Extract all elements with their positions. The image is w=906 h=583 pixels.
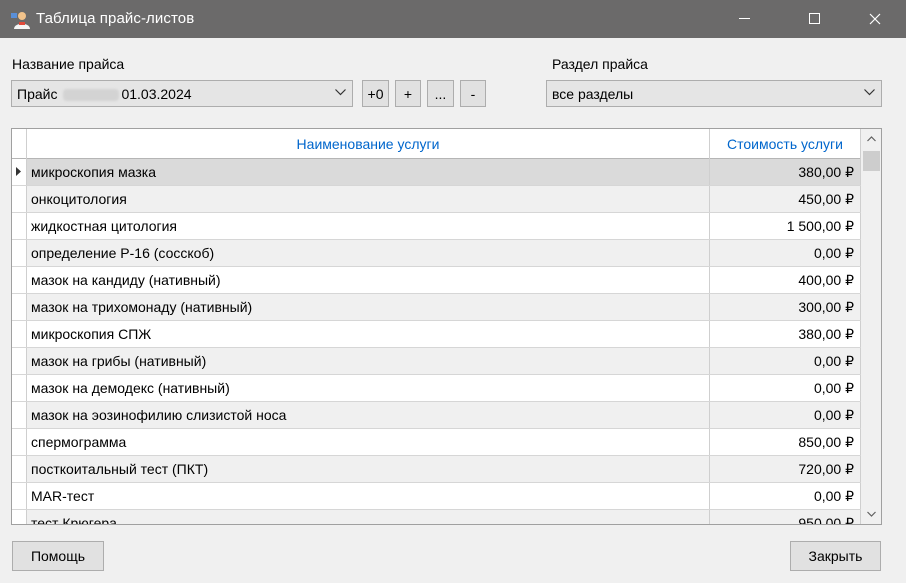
table-row[interactable]: мазок на кандиду (нативный) 400,00 ₽	[12, 267, 861, 294]
service-name-cell[interactable]: мазок на демодекс (нативный)	[27, 375, 710, 401]
table-row[interactable]: мазок на грибы (нативный) 0,00 ₽	[12, 348, 861, 375]
service-name-cell[interactable]: микроскопия мазка	[27, 159, 710, 185]
row-header[interactable]	[12, 267, 27, 293]
minimize-button[interactable]	[722, 0, 768, 38]
table-row[interactable]: онкоцитология 450,00 ₽	[12, 186, 861, 213]
remove-button[interactable]: -	[460, 80, 486, 107]
service-cost-cell[interactable]: 950,00 ₽	[710, 510, 861, 524]
service-cost-cell[interactable]: 0,00 ₽	[710, 240, 861, 266]
service-name-cell[interactable]: микроскопия СПЖ	[27, 321, 710, 347]
add-button[interactable]: +	[395, 80, 421, 107]
service-cost-cell[interactable]: 1 500,00 ₽	[710, 213, 861, 239]
scroll-down-button[interactable]	[861, 504, 881, 524]
add-zero-button[interactable]: +0	[362, 80, 389, 107]
row-header[interactable]	[12, 510, 27, 524]
service-name-cell[interactable]: тест Крюгера	[27, 510, 710, 524]
service-name-cell[interactable]: жидкостная цитология	[27, 213, 710, 239]
row-header[interactable]	[12, 348, 27, 374]
row-header[interactable]	[12, 429, 27, 455]
service-cost-cell[interactable]: 720,00 ₽	[710, 456, 861, 482]
chevron-down-icon	[866, 511, 876, 517]
close-dialog-button[interactable]: Закрыть	[790, 541, 881, 571]
service-name-cell[interactable]: мазок на трихомонаду (нативный)	[27, 294, 710, 320]
price-prefix: Прайс	[17, 86, 58, 102]
column-header-name[interactable]: Наименование услуги	[27, 129, 710, 159]
row-header[interactable]	[12, 186, 27, 212]
header-corner	[12, 129, 27, 159]
title-bar: Таблица прайс-листов	[0, 0, 906, 38]
service-cost-cell[interactable]: 0,00 ₽	[710, 402, 861, 428]
price-name-label: Название прайса	[12, 56, 125, 72]
chevron-down-icon	[864, 89, 875, 96]
row-header[interactable]	[12, 402, 27, 428]
service-name-cell[interactable]: онкоцитология	[27, 186, 710, 212]
service-cost-cell[interactable]: 380,00 ₽	[710, 159, 861, 185]
table-row[interactable]: жидкостная цитология 1 500,00 ₽	[12, 213, 861, 240]
scroll-up-button[interactable]	[861, 129, 881, 149]
price-select[interactable]: Прайс 01.03.2024	[11, 80, 353, 107]
scroll-thumb[interactable]	[863, 151, 880, 171]
price-table: Наименование услуги Стоимость услуги мик…	[11, 128, 882, 525]
table-row[interactable]: мазок на трихомонаду (нативный) 300,00 ₽	[12, 294, 861, 321]
user-app-icon	[11, 12, 30, 29]
table-row[interactable]: MAR-тест 0,00 ₽	[12, 483, 861, 510]
table-body: микроскопия мазка 380,00 ₽ онкоцитология 45…	[12, 159, 861, 524]
section-label: Раздел прайса	[552, 56, 648, 72]
maximize-button[interactable]	[792, 0, 838, 38]
service-cost-cell[interactable]: 850,00 ₽	[710, 429, 861, 455]
price-date: 01.03.2024	[121, 86, 192, 102]
service-name-cell[interactable]: мазок на грибы (нативный)	[27, 348, 710, 374]
service-cost-cell[interactable]: 0,00 ₽	[710, 348, 861, 374]
window-title: Таблица прайс-листов	[36, 10, 195, 27]
table-row[interactable]: микроскопия мазка 380,00 ₽	[12, 159, 861, 186]
service-name-cell[interactable]: MAR-тест	[27, 483, 710, 509]
row-header[interactable]	[12, 375, 27, 401]
table-header: Наименование услуги Стоимость услуги	[12, 129, 861, 159]
chevron-up-icon	[866, 136, 876, 142]
table-row[interactable]: посткоитальный тест (ПКТ) 720,00 ₽	[12, 456, 861, 483]
service-cost-cell[interactable]: 400,00 ₽	[710, 267, 861, 293]
price-select-value: Прайс 01.03.2024	[17, 86, 192, 102]
section-select-value: все разделы	[552, 86, 634, 102]
minimize-icon	[739, 18, 750, 19]
row-header[interactable]	[12, 321, 27, 347]
service-cost-cell[interactable]: 0,00 ₽	[710, 375, 861, 401]
service-name-cell[interactable]: спермограмма	[27, 429, 710, 455]
service-name-cell[interactable]: определение Р-16 (сосскоб)	[27, 240, 710, 266]
close-icon	[869, 13, 881, 25]
row-header[interactable]	[12, 159, 27, 185]
service-cost-cell[interactable]: 300,00 ₽	[710, 294, 861, 320]
row-header[interactable]	[12, 213, 27, 239]
maximize-icon	[809, 13, 820, 24]
table-row[interactable]: мазок на демодекс (нативный) 0,00 ₽	[12, 375, 861, 402]
more-button[interactable]: ...	[427, 80, 454, 107]
service-name-cell[interactable]: мазок на кандиду (нативный)	[27, 267, 710, 293]
current-row-arrow-icon	[16, 167, 21, 176]
service-name-cell[interactable]: мазок на эозинофилию слизистой носа	[27, 402, 710, 428]
help-button[interactable]: Помощь	[12, 541, 104, 571]
redacted-text	[63, 89, 120, 102]
chevron-down-icon	[335, 89, 346, 96]
table-row[interactable]: микроскопия СПЖ 380,00 ₽	[12, 321, 861, 348]
service-cost-cell[interactable]: 380,00 ₽	[710, 321, 861, 347]
service-cost-cell[interactable]: 450,00 ₽	[710, 186, 861, 212]
table-row[interactable]: мазок на эозинофилию слизистой носа 0,00 …	[12, 402, 861, 429]
column-header-cost[interactable]: Стоимость услуги	[710, 129, 861, 159]
row-header[interactable]	[12, 294, 27, 320]
row-header[interactable]	[12, 456, 27, 482]
table-row[interactable]: спермограмма 850,00 ₽	[12, 429, 861, 456]
service-cost-cell[interactable]: 0,00 ₽	[710, 483, 861, 509]
row-header[interactable]	[12, 240, 27, 266]
close-button[interactable]	[852, 0, 898, 38]
service-name-cell[interactable]: посткоитальный тест (ПКТ)	[27, 456, 710, 482]
vertical-scrollbar[interactable]	[861, 129, 881, 524]
table-row[interactable]: определение Р-16 (сосскоб) 0,00 ₽	[12, 240, 861, 267]
section-select[interactable]: все разделы	[546, 80, 882, 107]
table-row[interactable]: тест Крюгера 950,00 ₽	[12, 510, 861, 524]
row-header[interactable]	[12, 483, 27, 509]
